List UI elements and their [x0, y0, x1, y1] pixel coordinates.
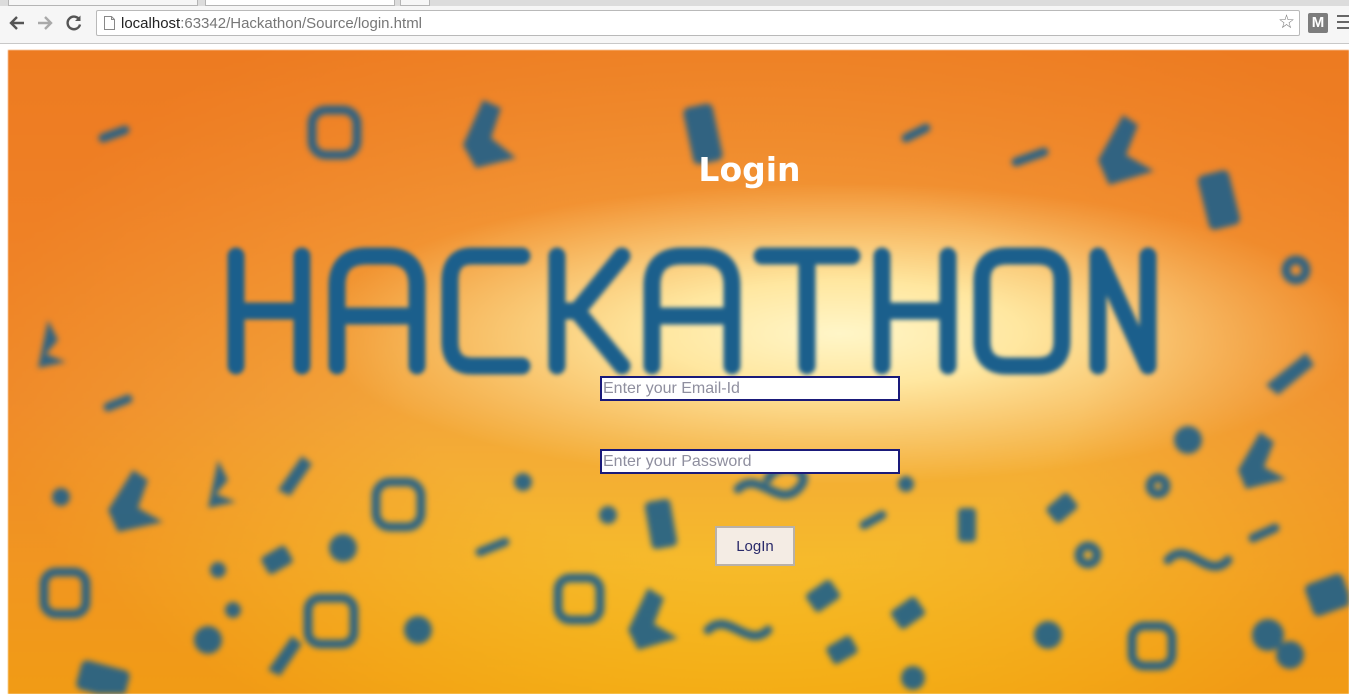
extension-button[interactable]: M [1308, 13, 1328, 33]
back-button[interactable] [6, 12, 28, 34]
page-icon [104, 16, 115, 30]
page-title: Login [698, 150, 801, 189]
tab-strip [0, 0, 1349, 6]
password-input[interactable] [600, 449, 900, 474]
browser-toolbar: localhost:63342/Hackathon/Source/login.h… [0, 0, 1349, 44]
hackathon-banner-art [227, 247, 1157, 375]
browser-tab-active[interactable] [205, 0, 395, 6]
bookmark-star-icon[interactable]: ☆ [1278, 12, 1295, 34]
browser-tab[interactable] [8, 0, 198, 6]
url-host: localhost [121, 15, 181, 32]
url-path: :63342/Hackathon/Source/login.html [180, 15, 423, 32]
forward-arrow-icon [38, 16, 53, 30]
reload-button[interactable] [63, 12, 85, 34]
address-bar[interactable]: localhost:63342/Hackathon/Source/login.h… [96, 10, 1300, 36]
hackathon-background [8, 50, 1349, 694]
url-text[interactable]: localhost:63342/Hackathon/Source/login.h… [121, 15, 422, 32]
email-input[interactable] [600, 376, 900, 401]
page-viewport: Login LogIn [0, 44, 1349, 694]
login-button[interactable]: LogIn [715, 526, 795, 566]
forward-button[interactable] [34, 12, 56, 34]
menu-icon[interactable] [1337, 15, 1349, 33]
back-arrow-icon [9, 16, 24, 30]
new-tab-button[interactable] [400, 0, 430, 6]
reload-icon [66, 15, 82, 31]
